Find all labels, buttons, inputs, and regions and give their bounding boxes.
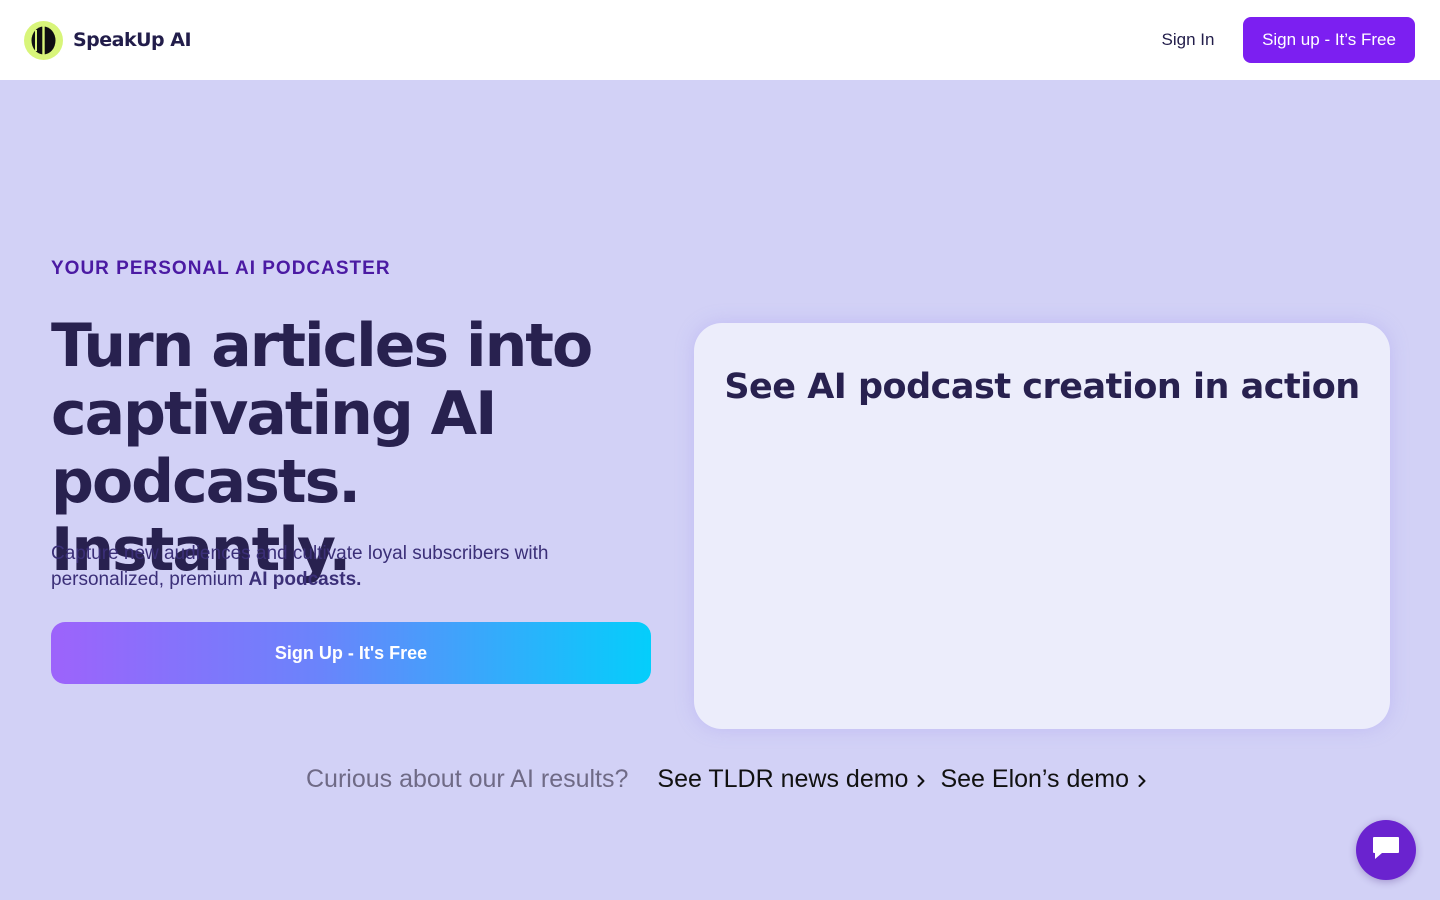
hero-subtitle: Capture new audiences and cultivate loya… — [51, 541, 641, 593]
elon-demo-label: See Elon’s demo — [940, 764, 1130, 793]
elon-demo-link[interactable]: See Elon’s demo — [940, 764, 1147, 795]
header-sign-up-button[interactable]: Sign up - It’s Free — [1243, 17, 1415, 63]
hero-sign-up-button[interactable]: Sign Up - It's Free — [51, 622, 651, 684]
sign-in-link[interactable]: Sign In — [1148, 17, 1228, 63]
demo-card-title: See AI podcast creation in action — [724, 367, 1360, 407]
top-navigation-bar: SpeakUp AI Sign In Sign up - It’s Free — [0, 0, 1440, 80]
chat-bubble-icon — [1371, 834, 1401, 867]
hero-eyebrow: YOUR PERSONAL AI PODCASTER — [51, 258, 391, 279]
chevron-right-icon — [916, 766, 926, 795]
chevron-right-icon — [1137, 766, 1147, 795]
results-prompt: Curious about our AI results? — [306, 764, 629, 793]
hero-subtitle-bold: AI podcasts. — [248, 569, 362, 590]
tldr-demo-label: See TLDR news demo — [657, 764, 909, 793]
demo-video-card: See AI podcast creation in action — [694, 323, 1390, 729]
tldr-demo-link[interactable]: See TLDR news demo — [657, 764, 926, 795]
demo-links-row: Curious about our AI results? See TLDR n… — [306, 756, 1161, 802]
speakup-logo-icon — [24, 20, 63, 60]
brand-name: SpeakUp AI — [73, 29, 192, 51]
chat-widget-button[interactable] — [1356, 820, 1416, 880]
brand-logo-link[interactable]: SpeakUp AI — [24, 20, 192, 60]
